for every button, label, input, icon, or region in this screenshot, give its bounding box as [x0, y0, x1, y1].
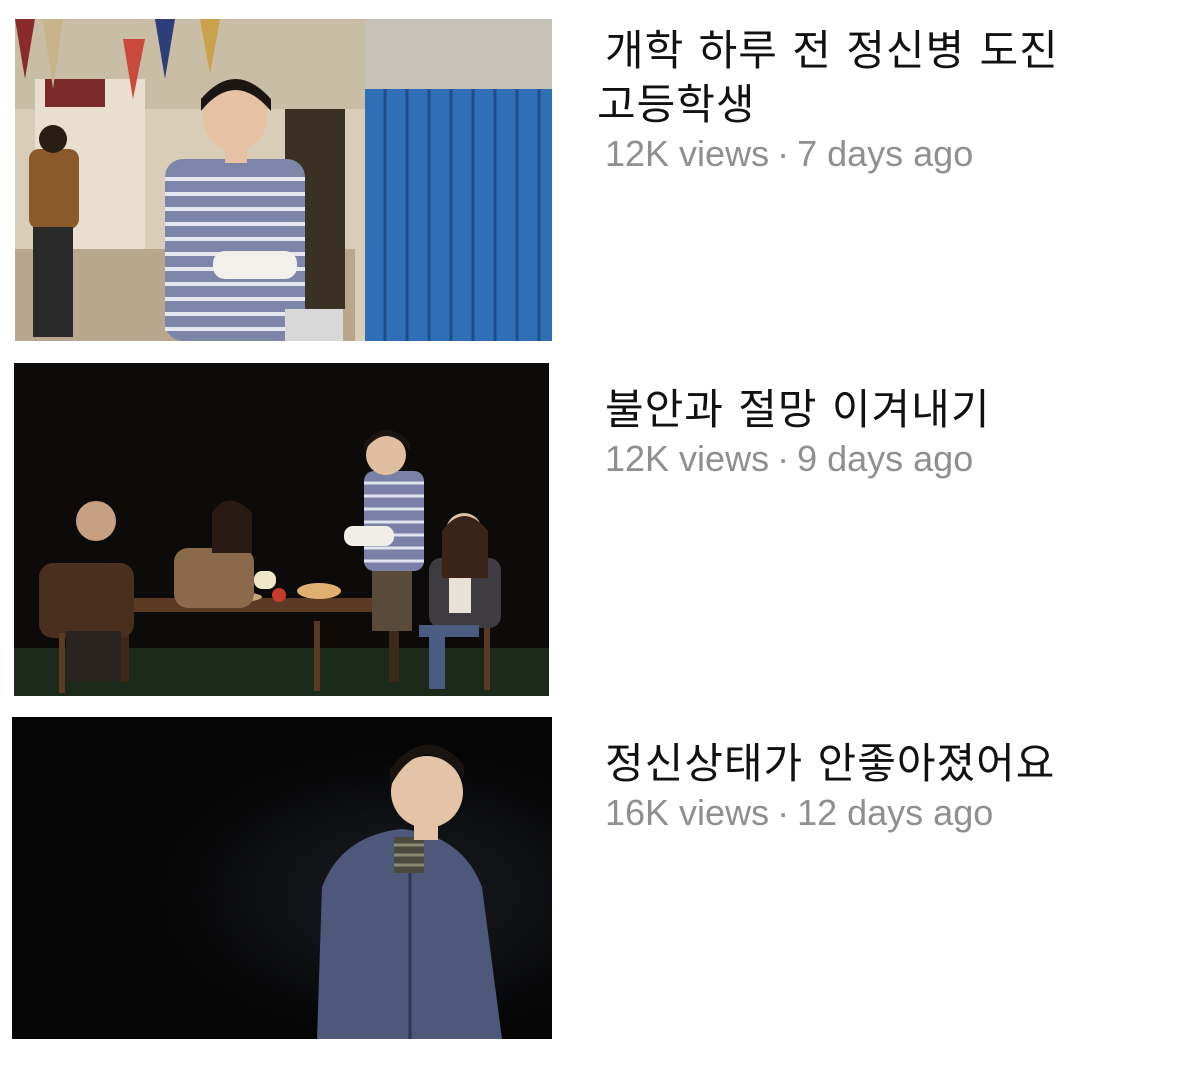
- video-info-2[interactable]: 불안과 절망 이겨내기 12K views · 9 days ago: [605, 383, 990, 481]
- view-count: 12K views: [605, 133, 770, 174]
- separator-dot: ·: [777, 792, 790, 833]
- upload-age: 7 days ago: [797, 133, 974, 174]
- stage-spotlight-performer-image: [12, 717, 552, 1039]
- upload-age: 9 days ago: [797, 438, 974, 479]
- video-stats: 16K views · 12 days ago: [605, 791, 1055, 835]
- stage-dinner-scene-image: [14, 363, 549, 696]
- view-count: 12K views: [605, 438, 770, 479]
- view-count: 16K views: [605, 792, 770, 833]
- video-title-line-2: 고등학생: [597, 80, 756, 129]
- hallway-scene-image: [15, 19, 552, 341]
- video-info-1[interactable]: 개학 하루 전 정신병 도진 고등학생 12K views · 7 days ago: [597, 24, 1059, 176]
- video-title[interactable]: 정신상태가 안좋아졌어요: [605, 737, 1055, 791]
- video-thumbnail-1[interactable]: [15, 19, 552, 341]
- video-title[interactable]: 개학 하루 전 정신병 도진 고등학생: [597, 24, 1059, 132]
- video-stats: 12K views · 9 days ago: [605, 437, 990, 481]
- video-thumbnail-2[interactable]: [14, 363, 549, 696]
- video-info-3[interactable]: 정신상태가 안좋아졌어요 16K views · 12 days ago: [605, 737, 1055, 835]
- video-stats: 12K views · 7 days ago: [605, 132, 1059, 176]
- video-title-line-1: 개학 하루 전 정신병 도진: [605, 26, 1059, 75]
- separator-dot: ·: [777, 133, 790, 174]
- separator-dot: ·: [777, 438, 790, 479]
- video-thumbnail-3[interactable]: [12, 717, 552, 1039]
- video-title[interactable]: 불안과 절망 이겨내기: [605, 383, 990, 437]
- upload-age: 12 days ago: [797, 792, 994, 833]
